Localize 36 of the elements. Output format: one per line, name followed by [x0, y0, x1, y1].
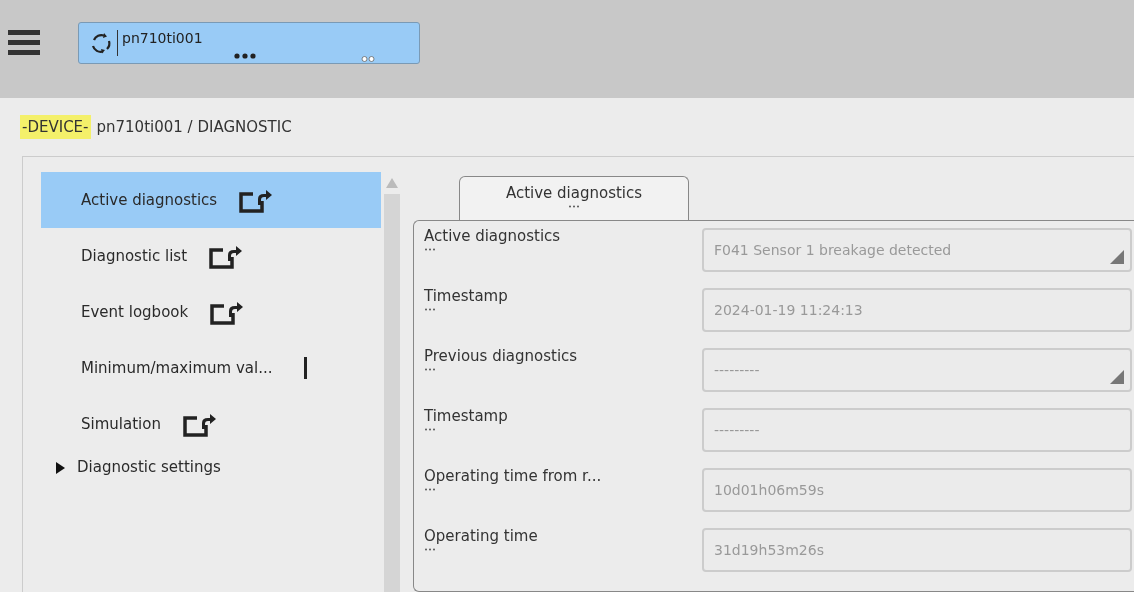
- sidebar-item[interactable]: Diagnostic settings: [41, 452, 381, 498]
- open-window-icon[interactable]: [210, 299, 245, 325]
- breadcrumb-path: pn710ti001 / DIAGNOSTIC: [96, 118, 292, 136]
- sidebar-item[interactable]: Active diagnostics: [41, 172, 381, 228]
- more-icon[interactable]: [424, 548, 436, 551]
- tab[interactable]: Active diagnostics: [459, 176, 689, 220]
- field-label: Active diagnostics: [424, 227, 561, 245]
- more-icon[interactable]: [424, 488, 436, 491]
- more-icon[interactable]: [234, 53, 256, 59]
- device-name: pn710ti001: [122, 30, 203, 46]
- device-selector[interactable]: pn710ti001: [78, 22, 420, 64]
- more-icon[interactable]: [424, 368, 436, 371]
- sidebar-item[interactable]: Minimum/maximum val...: [41, 340, 381, 396]
- dropdown-corner-icon[interactable]: [1110, 370, 1124, 384]
- field-label: Previous diagnostics: [424, 347, 578, 365]
- menu-icon[interactable]: [8, 30, 40, 56]
- expand-icon[interactable]: [55, 462, 65, 474]
- field-label: Operating time from r...: [424, 467, 602, 485]
- cursor-mark: [304, 357, 308, 379]
- field-label: Timestamp: [424, 407, 508, 425]
- refresh-icon[interactable]: [89, 31, 113, 55]
- open-window-icon[interactable]: [182, 411, 217, 437]
- more-icon[interactable]: [424, 248, 436, 251]
- open-window-icon[interactable]: [239, 187, 274, 213]
- more-icon[interactable]: [424, 308, 436, 311]
- link-icon: [361, 56, 375, 62]
- sidebar-item[interactable]: Event logbook: [41, 284, 381, 340]
- sidebar-item[interactable]: Diagnostic list: [41, 228, 381, 284]
- open-window-icon[interactable]: [209, 243, 244, 269]
- field-label: Operating time: [424, 527, 538, 545]
- sidebar-item[interactable]: Simulation: [41, 396, 381, 452]
- more-icon[interactable]: [568, 205, 580, 208]
- field-label: Timestamp: [424, 287, 508, 305]
- device-tag: -DEVICE-: [20, 115, 91, 139]
- dropdown-corner-icon[interactable]: [1110, 250, 1124, 264]
- more-icon[interactable]: [424, 428, 436, 431]
